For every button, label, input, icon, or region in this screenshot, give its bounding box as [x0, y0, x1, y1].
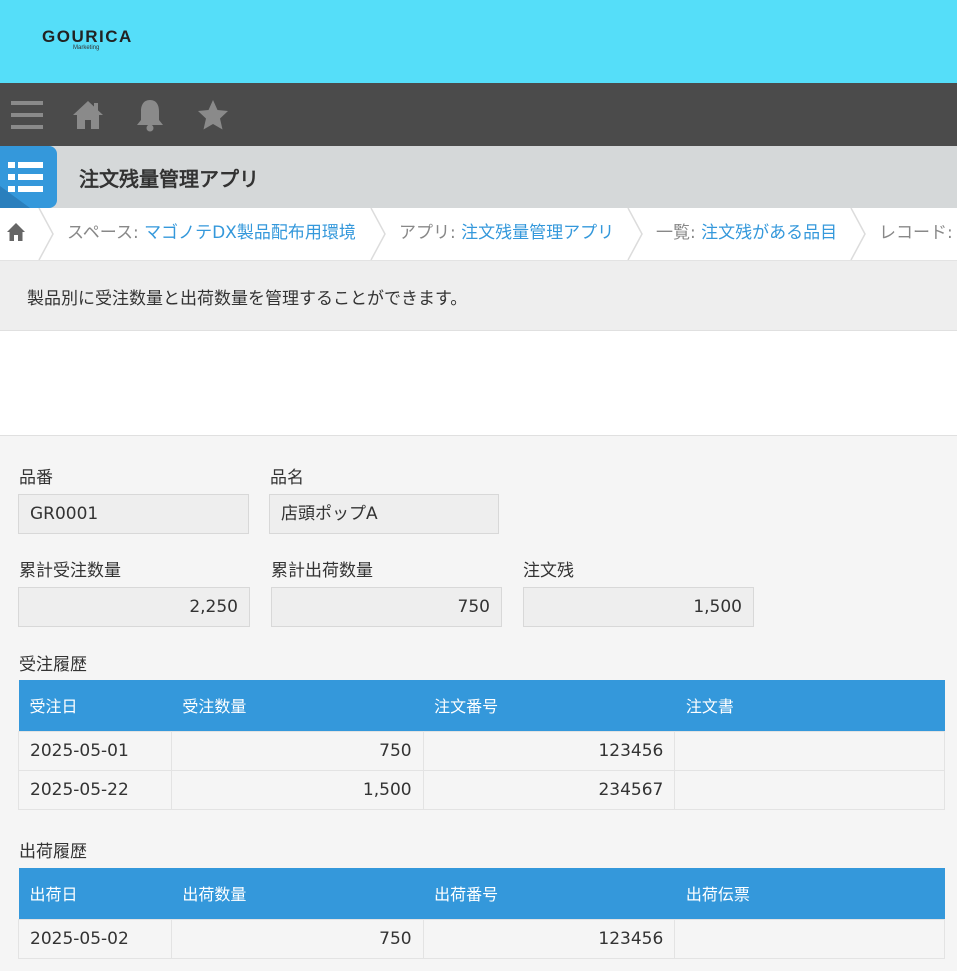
breadcrumb-app-prefix: アプリ:	[399, 223, 462, 243]
breadcrumb-space[interactable]: スペース: マゴノテDX製品配布用環境	[67, 208, 356, 260]
cell-order-qty: 1,500	[170, 769, 424, 810]
toolbar-area	[0, 331, 957, 436]
col-order-no: 注文番号	[423, 680, 675, 731]
star-icon[interactable]	[188, 83, 238, 146]
ship-history-title: 出荷履歴	[19, 842, 87, 862]
cell-ship-slip	[674, 918, 945, 959]
breadcrumb-separator	[370, 208, 386, 260]
total-ship-field: 750	[271, 587, 502, 627]
brand-header: GOURICA Marketing	[0, 0, 957, 83]
global-nav	[0, 83, 957, 146]
cell-order-doc	[674, 730, 945, 771]
bell-icon[interactable]	[125, 83, 175, 146]
breadcrumb-separator	[850, 208, 866, 260]
breadcrumb-space-link[interactable]: マゴノテDX製品配布用環境	[144, 223, 356, 243]
breadcrumb-app-link[interactable]: 注文残量管理アプリ	[461, 223, 614, 243]
cell-order-no: 123456	[422, 730, 676, 771]
total-order-label: 累計受注数量	[19, 561, 121, 581]
app-list-icon	[0, 146, 57, 208]
app-title: 注文残量管理アプリ	[79, 167, 259, 191]
home-icon[interactable]	[63, 83, 113, 146]
total-ship-label: 累計出荷数量	[271, 561, 373, 581]
col-ship-no: 出荷番号	[423, 868, 675, 919]
cell-order-doc	[674, 769, 945, 810]
col-ship-qty: 出荷数量	[171, 868, 424, 919]
col-order-doc: 注文書	[674, 680, 945, 731]
breadcrumb-record: レコード:	[879, 223, 953, 243]
table-row: 2025-05-01 750 123456	[18, 730, 945, 771]
logo-text: GOURICA	[42, 27, 133, 46]
breadcrumb-list-prefix: 一覧:	[656, 223, 702, 243]
total-order-field: 2,250	[18, 587, 250, 627]
col-ship-slip: 出荷伝票	[674, 868, 945, 919]
gourica-logo[interactable]: GOURICA Marketing	[42, 27, 133, 51]
breadcrumb-list[interactable]: 一覧: 注文残がある品目	[656, 208, 837, 260]
order-history-table: 受注日 受注数量 注文番号 注文書 2025-05-01 750 123456 …	[18, 680, 945, 810]
logo-subtext: Marketing	[73, 45, 100, 51]
ship-history-table: 出荷日 出荷数量 出荷番号 出荷伝票 2025-05-02 750 123456	[18, 868, 945, 959]
backlog-label: 注文残	[523, 561, 574, 581]
cell-order-date: 2025-05-01	[18, 730, 172, 771]
table-header-row: 出荷日 出荷数量 出荷番号 出荷伝票	[18, 868, 945, 919]
order-history-title: 受注履歴	[19, 655, 87, 675]
cell-ship-qty: 750	[170, 918, 424, 959]
breadcrumb-list-link[interactable]: 注文残がある品目	[701, 223, 837, 243]
part-name-label: 品名	[270, 468, 304, 488]
part-name-field: 店頭ポップA	[269, 494, 499, 534]
table-row: 2025-05-22 1,500 234567	[18, 769, 945, 810]
menu-icon[interactable]	[2, 83, 52, 146]
backlog-field: 1,500	[523, 587, 754, 627]
col-ship-date: 出荷日	[18, 868, 172, 919]
breadcrumb-home-icon[interactable]	[6, 222, 26, 244]
table-row: 2025-05-02 750 123456	[18, 918, 945, 959]
cell-order-date: 2025-05-22	[18, 769, 172, 810]
col-order-qty: 受注数量	[171, 680, 424, 731]
breadcrumb-separator	[627, 208, 643, 260]
part-no-field: GR0001	[18, 494, 249, 534]
description-text: 製品別に受注数量と出荷数量を管理することができます。	[27, 289, 468, 309]
table-header-row: 受注日 受注数量 注文番号 注文書	[18, 680, 945, 731]
cell-order-qty: 750	[170, 730, 424, 771]
breadcrumb: スペース: マゴノテDX製品配布用環境 アプリ: 注文残量管理アプリ 一覧: 注…	[0, 208, 957, 261]
col-order-date: 受注日	[18, 680, 172, 731]
breadcrumb-app[interactable]: アプリ: 注文残量管理アプリ	[399, 208, 614, 260]
cell-ship-date: 2025-05-02	[18, 918, 172, 959]
breadcrumb-separator	[38, 208, 54, 260]
cell-ship-no: 123456	[422, 918, 676, 959]
cell-order-no: 234567	[422, 769, 676, 810]
app-description: 製品別に受注数量と出荷数量を管理することができます。	[0, 261, 957, 331]
app-header: 注文残量管理アプリ	[0, 146, 957, 208]
breadcrumb-space-prefix: スペース:	[67, 223, 145, 243]
part-no-label: 品番	[19, 468, 53, 488]
